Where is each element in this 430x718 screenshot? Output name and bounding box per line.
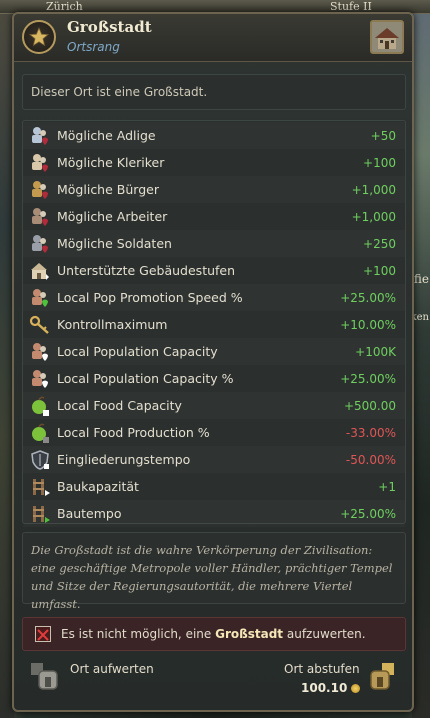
modifier-value: +1,000	[351, 209, 396, 224]
tooltip-title: Großstadt	[67, 18, 152, 36]
right-background-strip	[412, 14, 430, 718]
warning-prefix: Es ist nicht möglich, eine	[61, 627, 216, 641]
modifier-value: +100K	[355, 344, 396, 359]
modifier-value: +50	[370, 128, 396, 143]
warning-text: Es ist nicht möglich, eine Großstadt auf…	[61, 627, 366, 641]
modifier-value: -50.00%	[345, 452, 396, 467]
downgrade-cost-value: 100.10	[301, 681, 348, 695]
population-capacity-percent-icon	[29, 368, 51, 390]
modifier-label: Unterstützte Gebäudestufen	[57, 263, 236, 278]
modifier-label: Local Population Capacity	[57, 344, 218, 359]
modifier-value: +1,000	[351, 182, 396, 197]
modifier-value: +250	[363, 236, 396, 251]
key-icon	[29, 314, 51, 336]
modifier-row: Local Population Capacity % +25.00%	[23, 365, 405, 392]
modifier-row: Local Population Capacity +100K	[23, 338, 405, 365]
downgrade-cost: 100.10	[301, 681, 361, 695]
modifier-label: Bautempo	[57, 506, 122, 521]
build-speed-icon	[29, 503, 51, 525]
modifier-list: Mögliche Adlige +50 Mögliche Kleriker +100 M…	[22, 120, 406, 524]
tooltip-header: Großstadt Ortsrang	[14, 14, 412, 62]
upgrade-location-icon[interactable]	[30, 662, 60, 692]
modifier-row: Eingliederungstempo -50.00%	[23, 446, 405, 473]
food-production-icon	[29, 422, 51, 444]
modifier-row: Kontrollmaximum +10.00%	[23, 311, 405, 338]
modifier-label: Local Population Capacity %	[57, 371, 234, 386]
modifier-label: Mögliche Soldaten	[57, 236, 172, 251]
modifier-label: Local Food Production %	[57, 425, 210, 440]
background-right-text-1: fie	[413, 272, 429, 286]
burghers-icon	[29, 179, 51, 201]
nobles-icon	[29, 125, 51, 147]
modifier-row: Mögliche Kleriker +100	[23, 149, 405, 176]
upgrade-location-button[interactable]: Ort aufwerten	[70, 662, 154, 676]
laborers-icon	[29, 206, 51, 228]
modifier-row: Local Pop Promotion Speed % +25.00%	[23, 284, 405, 311]
modifier-row: Mögliche Adlige +50	[23, 122, 405, 149]
cross-icon	[35, 626, 51, 642]
modifier-row: Mögliche Bürger +1,000	[23, 176, 405, 203]
downgrade-location-icon[interactable]	[368, 662, 398, 692]
modifier-value: -33.00%	[345, 425, 396, 440]
modifier-row: Local Food Production % -33.00%	[23, 419, 405, 446]
flavor-text: Die Großstadt ist die wahre Verkörperung…	[31, 543, 393, 611]
modifier-value: +100	[363, 263, 396, 278]
downgrade-location-button[interactable]: Ort abstufen	[284, 662, 360, 676]
modifier-value: +500.00	[343, 398, 396, 413]
food-capacity-icon	[29, 395, 51, 417]
clergy-icon	[29, 152, 51, 174]
modifier-label: Eingliederungstempo	[57, 452, 191, 467]
warning-rank-name: Großstadt	[215, 627, 284, 641]
flavor-text-box: Die Großstadt ist die wahre Verkörperung…	[22, 532, 406, 611]
gold-coin-icon	[351, 684, 361, 693]
modifier-label: Mögliche Kleriker	[57, 155, 165, 170]
build-capacity-icon	[29, 476, 51, 498]
modifier-label: Local Food Capacity	[57, 398, 182, 413]
modifier-row: Mögliche Arbeiter +1,000	[23, 203, 405, 230]
modifier-value: +10.00%	[340, 317, 396, 332]
location-rank-tooltip: Großstadt Ortsrang Dieser Ort ist eine G…	[12, 12, 414, 712]
modifier-row: Unterstützte Gebäudestufen +100	[23, 257, 405, 284]
modifier-value: +100	[363, 155, 396, 170]
modifier-value: +25.00%	[340, 290, 396, 305]
modifier-row: Local Food Capacity +500.00	[23, 392, 405, 419]
modifier-row: Bautempo +25.00%	[23, 500, 405, 527]
modifier-label: Mögliche Bürger	[57, 182, 159, 197]
integration-shield-icon	[29, 449, 51, 471]
description-box: Dieser Ort ist eine Großstadt.	[22, 74, 406, 110]
population-capacity-icon	[29, 341, 51, 363]
upgrade-warning: Es ist nicht möglich, eine Großstadt auf…	[22, 617, 406, 651]
modifier-row: Mögliche Soldaten +250	[23, 230, 405, 257]
tooltip-subtitle: Ortsrang	[67, 40, 120, 54]
modifier-value: +25.00%	[340, 371, 396, 386]
star-rank-icon	[22, 20, 56, 54]
modifier-label: Kontrollmaximum	[57, 317, 168, 332]
modifier-label: Local Pop Promotion Speed %	[57, 290, 243, 305]
modifier-label: Baukapazität	[57, 479, 139, 494]
building-levels-icon	[29, 260, 51, 282]
soldiers-icon	[29, 233, 51, 255]
city-thumbnail-icon	[370, 20, 404, 54]
description-text: Dieser Ort ist eine Großstadt.	[31, 85, 208, 99]
pop-promotion-icon	[29, 287, 51, 309]
modifier-label: Mögliche Arbeiter	[57, 209, 168, 224]
warning-suffix: aufzuwerten.	[283, 627, 366, 641]
modifier-row: Baukapazität +1	[23, 473, 405, 500]
modifier-value: +1	[378, 479, 396, 494]
modifier-label: Mögliche Adlige	[57, 128, 156, 143]
modifier-value: +25.00%	[340, 506, 396, 521]
